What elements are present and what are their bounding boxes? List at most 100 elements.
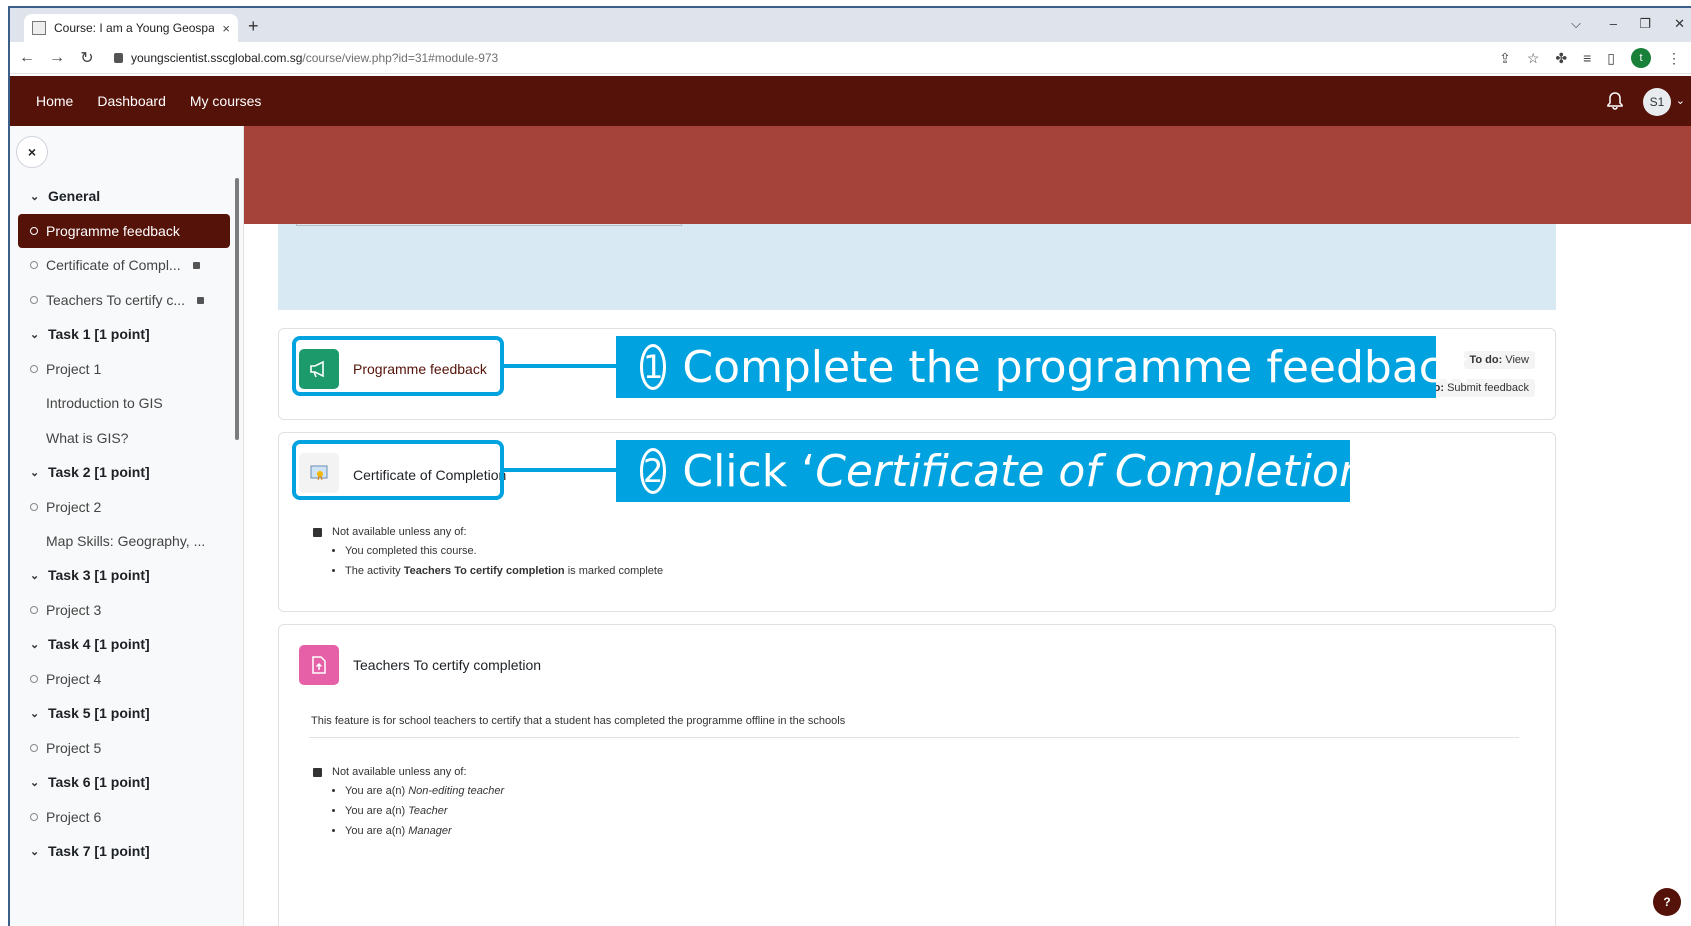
sidebar-item-certificate[interactable]: Certificate of Compl... [18, 248, 230, 282]
info-panel [278, 224, 1556, 310]
lock-icon [114, 53, 123, 63]
sidebar-scrollbar[interactable] [235, 178, 239, 440]
chevron-down-icon[interactable]: ⌄ [30, 845, 40, 858]
sidebar-item-introduction-to-gis[interactable]: Introduction to GIS [18, 386, 230, 420]
completion-circle-icon [30, 744, 38, 752]
sidebar-section-task-6[interactable]: ⌄ Task 6 [1 point] [18, 765, 230, 799]
restriction-heading: Not available unless any of: [332, 526, 467, 538]
step-number-1: 1 [640, 344, 667, 390]
profile-avatar[interactable]: t [1631, 48, 1651, 68]
callout-connector-2 [504, 468, 618, 472]
restriction-condition: The activity Teachers To certify complet… [345, 561, 663, 581]
toolbar-actions: ⇪ ☆ ✤ ≡ ▯ t ⋮ [1499, 48, 1681, 68]
sidebar-item-project-5[interactable]: Project 5 [18, 731, 230, 765]
sidebar-item-label: Task 1 [1 point] [48, 326, 150, 342]
sidebar-item-teachers-certify[interactable]: Teachers To certify c... [18, 283, 230, 317]
sidebar-item-project-2[interactable]: Project 2 [18, 490, 230, 524]
bookmark-star-icon[interactable]: ☆ [1527, 50, 1540, 67]
restore-button[interactable]: ❐ [1639, 16, 1651, 32]
minimize-button[interactable]: – [1610, 16, 1617, 31]
teachers-restrictions: Not available unless any of: You are a(n… [313, 763, 504, 841]
chevron-down-icon[interactable]: ⌄ [30, 328, 40, 341]
padlock-icon [313, 527, 322, 537]
condition-text: You are a(n) [345, 825, 409, 837]
sidebar-section-task-2[interactable]: ⌄ Task 2 [1 point] [18, 455, 230, 489]
activity-link-teachers-certify[interactable]: Teachers To certify completion [353, 657, 541, 673]
course-index-drawer: × ⌄ General Programme feedback Certificat… [10, 126, 244, 926]
sidebar-section-general[interactable]: ⌄ General [18, 179, 230, 213]
sidebar-item-label: Map Skills: Geography, ... [46, 533, 206, 549]
sidebar-item-project-4[interactable]: Project 4 [18, 662, 230, 696]
sidebar-section-task-5[interactable]: ⌄ Task 5 [1 point] [18, 696, 230, 730]
sidebar-item-project-1[interactable]: Project 1 [18, 352, 230, 386]
sidebar-section-task-3[interactable]: ⌄ Task 3 [1 point] [18, 558, 230, 592]
sidebar-item-what-is-gis[interactable]: What is GIS? [18, 421, 230, 455]
sidebar-section-task-7[interactable]: ⌄ Task 7 [1 point] [18, 834, 230, 868]
divider [309, 737, 1519, 738]
restriction-condition: You are a(n) Non-editing teacher [345, 781, 504, 801]
sidebar-item-programme-feedback[interactable]: Programme feedback [18, 214, 230, 248]
completion-circle-icon [30, 606, 38, 614]
completion-circle-icon [30, 227, 38, 235]
chevron-down-icon[interactable]: ⌄ [30, 569, 40, 582]
browser-window: Course: I am a Young Geospatial × + ⌵ – … [8, 6, 1691, 926]
tab-close-icon[interactable]: × [222, 21, 230, 36]
tab-search-icon[interactable]: ⌵ [1571, 16, 1581, 32]
assignment-upload-icon [299, 645, 339, 685]
chevron-down-icon[interactable]: ⌄ [30, 466, 40, 479]
sidebar-item-map-skills[interactable]: Map Skills: Geography, ... [18, 524, 230, 558]
sidebar-item-project-6[interactable]: Project 6 [18, 800, 230, 834]
sidebar-section-task-4[interactable]: ⌄ Task 4 [1 point] [18, 627, 230, 661]
forward-arrow-icon[interactable]: → [44, 49, 70, 67]
step-2-activity-name: Certificate of Completion [815, 445, 1367, 497]
sidebar-item-label: Project 6 [46, 809, 102, 825]
step-2-suffix: ’ [1366, 445, 1381, 497]
address-bar[interactable]: youngscientist.sscglobal.com.sg/course/v… [114, 47, 498, 69]
chevron-down-icon[interactable]: ⌄ [30, 707, 40, 720]
restriction-condition: You completed this course. [345, 541, 663, 561]
close-window-button[interactable]: ✕ [1674, 16, 1685, 32]
restriction-heading: Not available unless any of: [332, 766, 467, 778]
completion-circle-icon [30, 675, 38, 683]
condition-text: You are a(n) [345, 785, 409, 797]
todo-label: To do: [1469, 354, 1503, 366]
notification-bell-icon[interactable] [1607, 92, 1623, 110]
chevron-down-icon[interactable]: ⌄ [30, 638, 40, 651]
sidebar-item-label: Programme feedback [46, 223, 180, 239]
padlock-icon [313, 767, 322, 777]
lock-icon [197, 296, 205, 304]
todo-badge-view: To do: View [1463, 351, 1535, 369]
new-tab-button[interactable]: + [248, 16, 259, 37]
user-avatar[interactable]: S1 [1643, 88, 1671, 116]
reload-icon[interactable]: ↻ [74, 48, 100, 68]
restriction-condition: You are a(n) Manager [345, 821, 504, 841]
completion-circle-icon [30, 296, 38, 304]
help-button[interactable]: ? [1653, 888, 1681, 916]
nav-my-courses-link[interactable]: My courses [190, 93, 262, 109]
sidebar-item-label: Teachers To certify c... [46, 292, 186, 308]
sidebar-item-label: General [48, 188, 101, 204]
sidebar-item-label: What is GIS? [46, 430, 129, 446]
highlight-box-programme-feedback [292, 336, 504, 396]
nav-dashboard-link[interactable]: Dashboard [97, 93, 166, 109]
extensions-puzzle-icon[interactable]: ✤ [1555, 50, 1567, 67]
share-icon[interactable]: ⇪ [1499, 50, 1511, 67]
activity-description: This feature is for school teachers to c… [311, 715, 846, 727]
nav-home-link[interactable]: Home [36, 93, 73, 109]
chevron-down-icon[interactable]: ⌄ [30, 776, 40, 789]
reading-list-icon[interactable]: ≡ [1583, 50, 1591, 66]
condition-text: You completed this course. [345, 545, 477, 557]
browser-menu-icon[interactable]: ⋮ [1667, 50, 1681, 67]
user-menu-chevron-down-icon[interactable]: ⌄ [1676, 94, 1685, 107]
side-panel-icon[interactable]: ▯ [1607, 50, 1615, 67]
browser-tab[interactable]: Course: I am a Young Geospatial × [24, 14, 238, 42]
browser-toolbar: ← → ↻ youngscientist.sscglobal.com.sg/co… [10, 42, 1691, 74]
back-arrow-icon[interactable]: ← [14, 49, 40, 67]
chevron-down-icon[interactable]: ⌄ [30, 190, 40, 203]
close-drawer-button[interactable]: × [16, 136, 48, 168]
sidebar-section-task-1[interactable]: ⌄ Task 1 [1 point] [18, 317, 230, 351]
sidebar-item-project-3[interactable]: Project 3 [18, 593, 230, 627]
course-content: Programme feedback To do: View o: Submit… [244, 126, 1691, 926]
sidebar-item-label: Task 4 [1 point] [48, 636, 150, 652]
completion-circle-icon [30, 261, 38, 269]
